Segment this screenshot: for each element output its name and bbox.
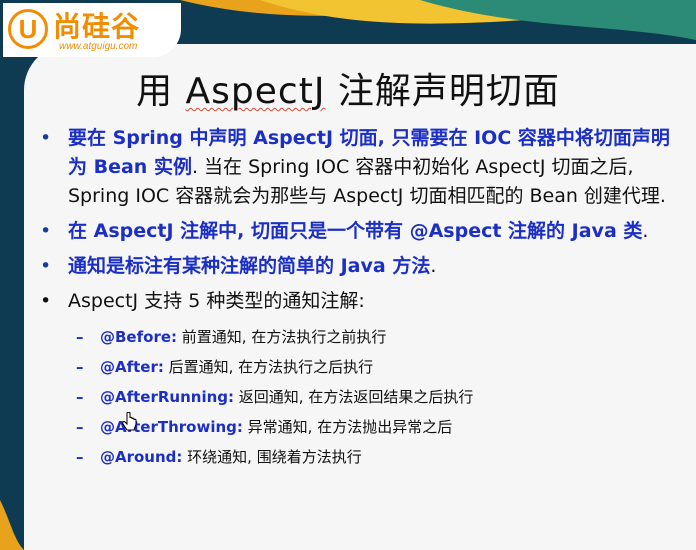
advice-annotation: @Before: (100, 328, 178, 346)
dash-icon: – (76, 448, 84, 466)
brand-logo: U 尚硅谷 www.atguigu.com (3, 3, 181, 57)
bullet-item: • 通知是标注有某种注解的简单的 Java 方法. (36, 252, 676, 281)
bullet-dot-icon: • (40, 127, 52, 149)
bullet-dot-icon: • (40, 290, 52, 312)
hand-cursor-icon (122, 412, 137, 431)
advice-item: – @After: 后置通知, 在方法执行之后执行 (36, 352, 676, 382)
bullet-text: . (642, 220, 649, 242)
dash-icon: – (76, 388, 84, 406)
advice-description: 前置通知, 在方法执行之前执行 (177, 328, 387, 346)
bullet-highlight: 通知是标注有某种注解的简单的 Java 方法 (68, 255, 431, 277)
dash-icon: – (76, 418, 84, 436)
bullet-item: • AspectJ 支持 5 种类型的通知注解: (36, 287, 676, 316)
title-suffix: 注解声明切面 (325, 71, 560, 112)
bullet-item: • 要在 Spring 中声明 AspectJ 切面, 只需要在 IOC 容器中… (36, 124, 676, 211)
logo-brand-text: 尚硅谷 (53, 10, 141, 43)
advice-item: – @AfterRunning: 返回通知, 在方法返回结果之后执行 (36, 382, 676, 412)
logo-u-icon: U (8, 9, 48, 49)
bullet-text: AspectJ 支持 5 种类型的通知注解: (68, 290, 365, 312)
bullet-highlight: 在 AspectJ 注解中, 切面只是一个带有 @Aspect 注解的 Java… (68, 220, 643, 242)
advice-annotation: @After: (100, 358, 164, 376)
advice-description: 后置通知, 在方法执行之后执行 (163, 358, 374, 376)
advice-description: 返回通知, 在方法返回结果之后执行 (234, 388, 474, 406)
title-keyword: AspectJ (185, 71, 326, 112)
dash-icon: – (76, 358, 84, 376)
advice-description: 环绕通知, 围绕着方法执行 (182, 448, 362, 466)
bullet-text: . (430, 255, 437, 277)
slide-title: 用 AspectJ 注解声明切面 (0, 62, 696, 114)
advice-description: 异常通知, 在方法抛出异常之后 (242, 418, 453, 436)
advice-annotation: @Around: (100, 448, 183, 466)
bullet-item: • 在 AspectJ 注解中, 切面只是一个带有 @Aspect 注解的 Ja… (36, 217, 676, 246)
bullet-dot-icon: • (40, 220, 52, 242)
advice-item: – @Around: 环绕通知, 围绕着方法执行 (36, 442, 676, 472)
dash-icon: – (76, 328, 84, 346)
advice-annotation: @AfterRunning: (100, 388, 235, 406)
bullet-dot-icon: • (40, 255, 52, 277)
advice-item: – @Before: 前置通知, 在方法执行之前执行 (36, 322, 676, 352)
title-prefix: 用 (136, 71, 186, 112)
logo-url: www.atguigu.com (59, 41, 138, 52)
